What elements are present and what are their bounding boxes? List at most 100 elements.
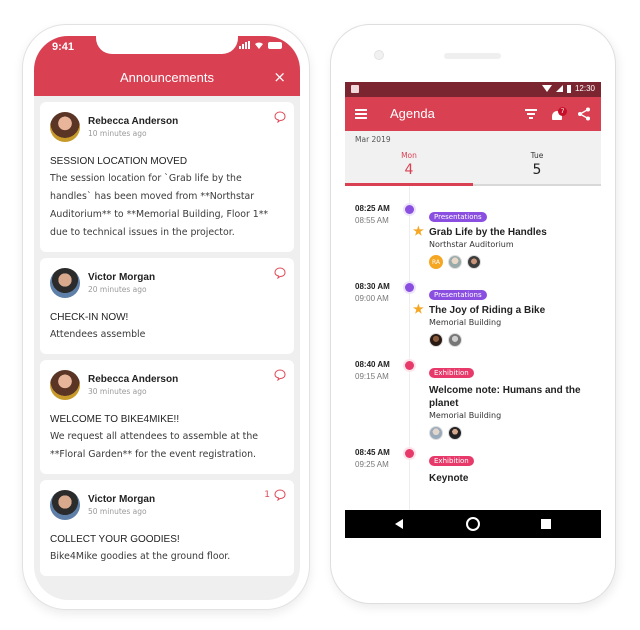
announcement-title: COLLECT YOUR GOODIES! [50, 534, 180, 545]
speaker-avatar[interactable] [429, 426, 443, 440]
session-item[interactable]: 08:25 AM 08:55 AM Presentations ★ Grab Li… [345, 204, 601, 282]
signal-icon [239, 41, 250, 49]
announcement-body: Bike4Mike goodies at the ground floor. [50, 551, 231, 562]
day-name: Tue [530, 151, 544, 160]
end-time: 09:15 AM [355, 372, 389, 381]
start-time: 08:30 AM [355, 282, 390, 291]
end-time: 09:25 AM [355, 460, 389, 469]
day-number: 4 [404, 162, 414, 178]
start-time: 08:40 AM [355, 360, 390, 369]
session-location: Memorial Building [429, 318, 502, 327]
announcement-title: CHECK-IN NOW! [50, 312, 129, 323]
comment-icon [274, 369, 286, 381]
speaker-list [429, 333, 591, 347]
speaker-avatar[interactable] [448, 255, 462, 269]
comment-count: 1 [264, 490, 270, 500]
session-item[interactable]: 08:30 AM 09:00 AM Presentations ★ The Joy… [345, 282, 601, 360]
speaker-avatar[interactable] [448, 426, 462, 440]
earpiece-speaker [444, 53, 501, 59]
filter-icon[interactable] [525, 109, 537, 121]
announcement-body: Attendees assemble [50, 329, 146, 340]
status-icons [239, 41, 282, 49]
avatar [50, 112, 80, 142]
author-name: Rebecca Anderson [88, 374, 179, 385]
start-time: 08:45 AM [355, 448, 390, 457]
comment-icon [274, 489, 286, 501]
author-name: Victor Morgan [88, 272, 156, 283]
session-title: Grab Life by the Handles [429, 227, 547, 238]
back-icon[interactable] [395, 519, 403, 529]
comment-icon [274, 111, 286, 123]
day-tab-mon[interactable]: Mon 4 [345, 151, 473, 186]
comment-icon [274, 267, 286, 279]
comment-button[interactable] [270, 267, 286, 279]
share-icon[interactable] [577, 107, 591, 121]
category-tag: Presentations [429, 290, 487, 300]
speaker-list: RA [429, 255, 591, 269]
announcement-card[interactable]: Rebecca Anderson 10 minutes ago SESSION … [40, 102, 294, 252]
announcement-body: The session location for `Grab life by t… [50, 173, 269, 238]
avatar [50, 370, 80, 400]
notifications-button[interactable]: 7 [550, 107, 567, 123]
speaker-avatar[interactable]: RA [429, 255, 443, 269]
hamburger-menu-icon[interactable] [355, 109, 367, 121]
home-icon[interactable] [466, 517, 480, 531]
session-location: Memorial Building [429, 411, 502, 420]
announcement-card[interactable]: Rebecca Anderson 30 minutes ago WELCOME … [40, 360, 294, 474]
android-nav-bar [345, 510, 601, 538]
battery-icon [268, 41, 282, 49]
category-tag: Exhibition [429, 456, 474, 466]
announcement-card[interactable]: Victor Morgan 20 minutes ago CHECK-IN NO… [40, 258, 294, 354]
timestamp: 10 minutes ago [88, 129, 147, 138]
page-title: Agenda [390, 106, 435, 121]
status-time: 9:41 [52, 41, 75, 53]
announcements-header: 9:41 Announcements × [34, 36, 300, 96]
comment-button[interactable] [270, 111, 286, 123]
timeline-dot [405, 205, 414, 214]
session-item[interactable]: 08:40 AM 09:15 AM Exhibition Welcome not… [345, 360, 601, 448]
session-title: Keynote [429, 473, 469, 484]
category-tag: Exhibition [429, 368, 474, 378]
speaker-avatar[interactable] [467, 255, 481, 269]
signal-icon [555, 85, 563, 92]
start-time: 08:25 AM [355, 204, 390, 213]
end-time: 08:55 AM [355, 216, 389, 225]
announcement-title: WELCOME TO BIKE4MIKE!! [50, 414, 180, 425]
wifi-icon [541, 85, 552, 92]
close-icon[interactable]: × [273, 68, 286, 86]
timeline-dot [405, 283, 414, 292]
day-tab-tue[interactable]: Tue 5 [473, 151, 601, 178]
announcements-screen: 9:41 Announcements × Rebecca Anderson 10… [34, 36, 300, 600]
notification-icon [351, 85, 359, 93]
announcement-card[interactable]: Victor Morgan 50 minutes ago 1 COLLECT Y… [40, 480, 294, 576]
agenda-screen: 12:30 Agenda 7 Mar 2019 Mon 4 Tue 5 08:2… [345, 82, 601, 537]
author-name: Victor Morgan [88, 494, 156, 505]
date-selector: Mar 2019 Mon 4 Tue 5 [345, 131, 601, 186]
avatar [50, 268, 80, 298]
wifi-icon [255, 42, 263, 49]
speaker-list [429, 426, 591, 440]
timestamp: 30 minutes ago [88, 387, 147, 396]
session-timeline: 08:25 AM 08:55 AM Presentations ★ Grab Li… [345, 186, 601, 526]
phone-notch [96, 36, 238, 54]
day-name: Mon [401, 151, 417, 160]
speaker-avatar[interactable] [448, 333, 462, 347]
announcement-list: Rebecca Anderson 10 minutes ago SESSION … [40, 96, 294, 576]
page-title: Announcements [120, 70, 214, 85]
comment-button[interactable]: 1 [264, 489, 286, 501]
timeline-dot [405, 449, 414, 458]
session-title: Welcome note: Humans and the planet [429, 385, 581, 409]
iphone-device: 9:41 Announcements × Rebecca Anderson 10… [22, 24, 310, 610]
end-time: 09:00 AM [355, 294, 389, 303]
star-icon[interactable]: ★ [413, 303, 424, 316]
battery-icon [566, 84, 571, 93]
session-location: Northstar Auditorium [429, 240, 514, 249]
status-time: 12:30 [574, 84, 595, 93]
android-status-bar: 12:30 [345, 82, 601, 97]
speaker-avatar[interactable] [429, 333, 443, 347]
comment-button[interactable] [270, 369, 286, 381]
announcement-title: SESSION LOCATION MOVED [50, 156, 188, 167]
timestamp: 50 minutes ago [88, 507, 147, 516]
star-icon[interactable]: ★ [413, 225, 424, 238]
recent-apps-icon[interactable] [541, 519, 551, 529]
